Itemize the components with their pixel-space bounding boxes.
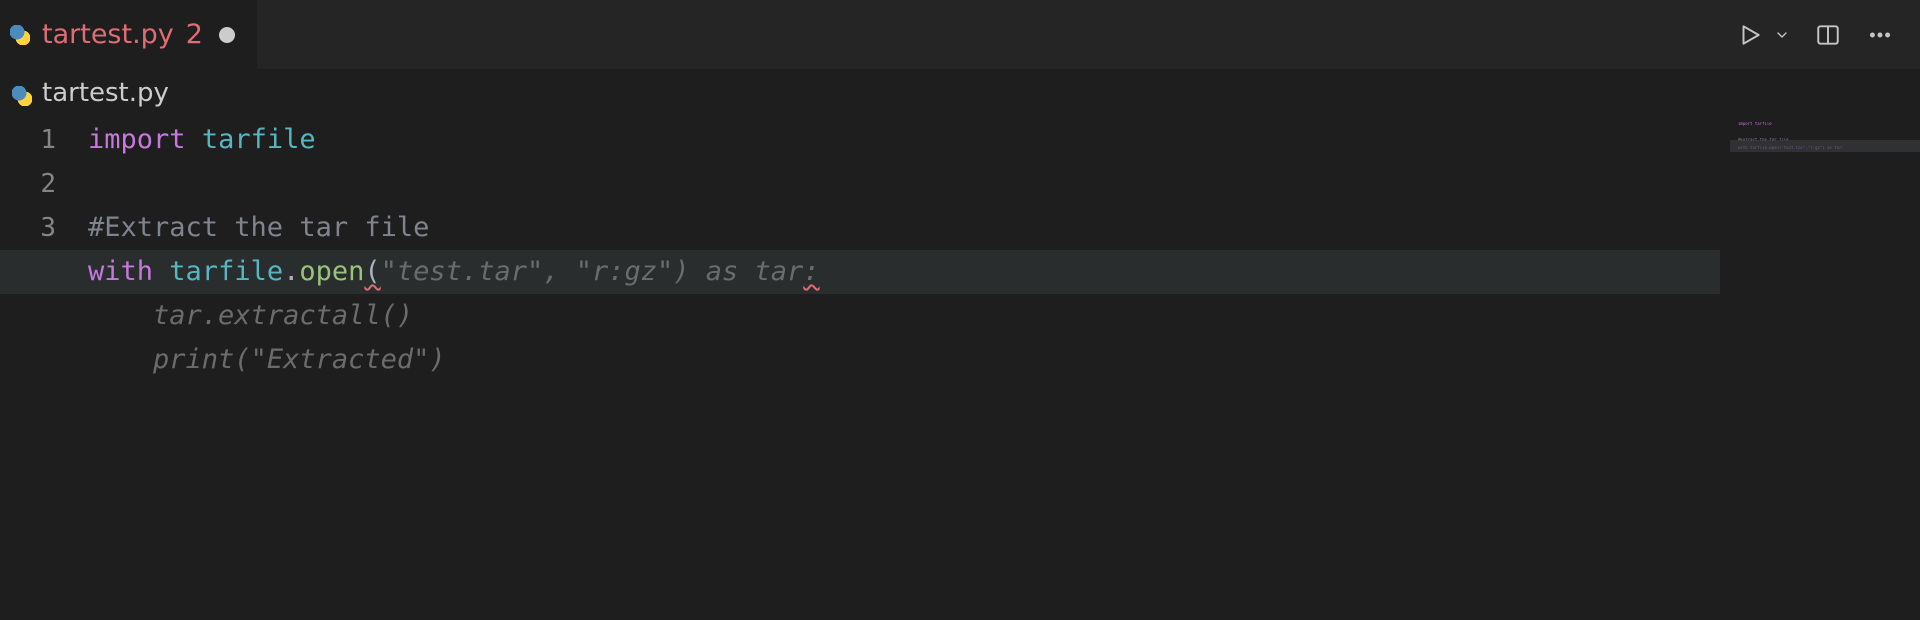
editor-window: tartest.py 2: [0, 0, 1920, 620]
editor-actions: [1734, 0, 1920, 69]
code-editor[interactable]: 1 2 3 4 import tarfile #Extract the tar …: [0, 116, 1920, 620]
code-area[interactable]: import tarfile #Extract the tar file wit…: [88, 116, 1920, 620]
error-squiggle[interactable]: :: [803, 256, 819, 287]
punct-token: .: [283, 256, 299, 287]
minimap[interactable]: import tarfile #Extract the tar file wit…: [1730, 116, 1920, 620]
more-actions-button[interactable]: [1864, 19, 1896, 51]
python-file-icon: [10, 25, 30, 45]
tab-bar: tartest.py 2: [0, 0, 1920, 70]
inline-suggestion[interactable]: "test.tar", "r:gz") as tar: [381, 256, 804, 287]
run-button[interactable]: [1734, 19, 1766, 51]
inline-suggestion[interactable]: print("Extracted"): [153, 344, 446, 375]
function-token: open: [299, 256, 364, 287]
inline-suggestion[interactable]: tar.extractall(): [153, 300, 413, 331]
comment-token: #Extract the tar file: [88, 212, 429, 243]
run-dropdown-button[interactable]: [1772, 19, 1792, 51]
python-file-icon: [12, 83, 32, 103]
code-line[interactable]: with tarfile.open("test.tar", "r:gz") as…: [88, 250, 1920, 294]
breadcrumb[interactable]: tartest.py: [0, 70, 1920, 116]
line-number-gutter: 1 2 3 4: [0, 116, 88, 620]
tab-dirty-indicator-icon[interactable]: [219, 27, 235, 43]
tab-filename: tartest.py: [42, 19, 174, 50]
keyword-token: with: [88, 256, 153, 287]
chevron-down-icon: [1774, 27, 1790, 43]
run-button-group: [1734, 19, 1792, 51]
identifier-token: tarfile: [169, 256, 283, 287]
whitespace: [88, 344, 153, 375]
code-line[interactable]: import tarfile: [88, 118, 1920, 162]
code-line[interactable]: [88, 162, 1920, 206]
play-icon: [1737, 22, 1763, 48]
keyword-token: import: [88, 124, 186, 155]
line-number[interactable]: 3: [0, 206, 88, 250]
split-editor-icon: [1815, 22, 1841, 48]
whitespace: [153, 256, 169, 287]
tab-problems-badge: 2: [186, 19, 203, 50]
module-token: tarfile: [202, 124, 316, 155]
ellipsis-icon: [1867, 22, 1893, 48]
minimap-viewport[interactable]: [1730, 140, 1920, 152]
breadcrumb-filename: tartest.py: [42, 78, 169, 108]
tab-tartest[interactable]: tartest.py 2: [0, 0, 258, 69]
minimap-line: import tarfile: [1738, 122, 1772, 126]
inline-suggestion-line[interactable]: print("Extracted"): [88, 338, 1920, 382]
error-squiggle[interactable]: (: [364, 256, 380, 287]
whitespace: [186, 124, 202, 155]
split-editor-button[interactable]: [1812, 19, 1844, 51]
inline-suggestion-line[interactable]: tar.extractall(): [88, 294, 1920, 338]
whitespace: [88, 300, 153, 331]
code-line[interactable]: #Extract the tar file: [88, 206, 1920, 250]
line-number[interactable]: 1: [0, 118, 88, 162]
line-number[interactable]: 2: [0, 162, 88, 206]
